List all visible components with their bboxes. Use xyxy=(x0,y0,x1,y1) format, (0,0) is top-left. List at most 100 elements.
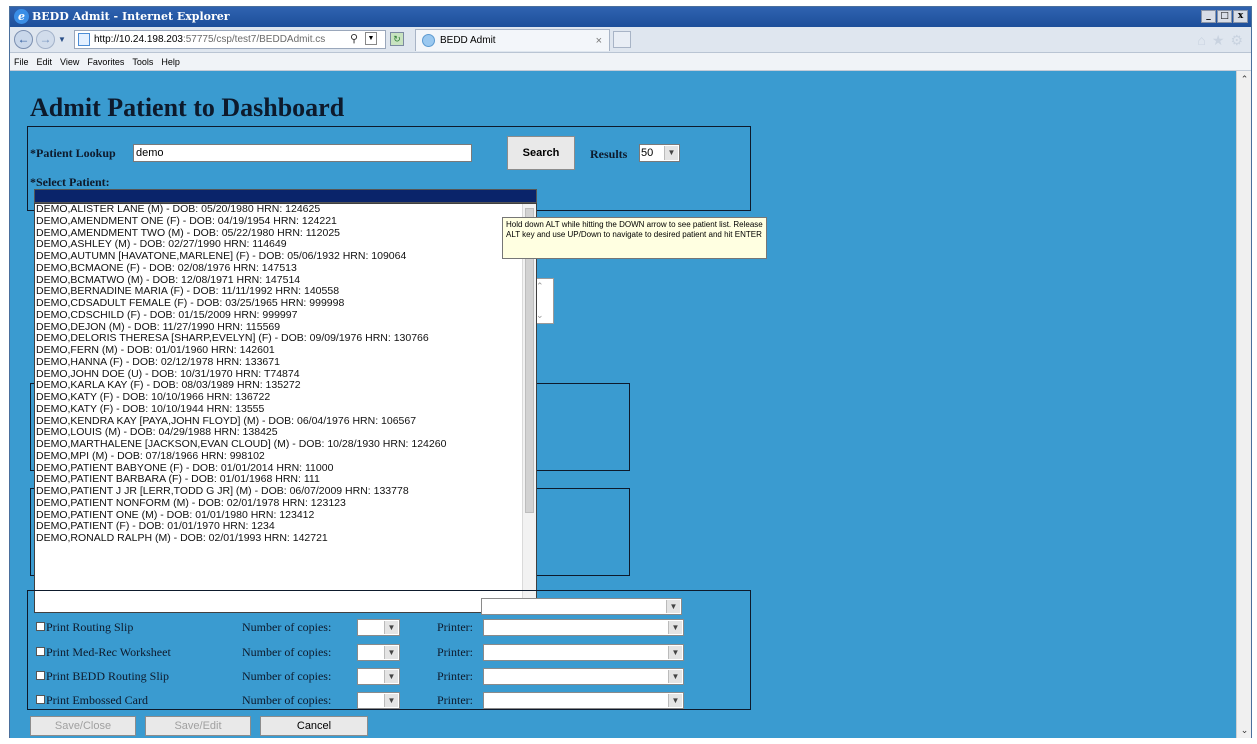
menu-edit[interactable]: Edit xyxy=(37,53,53,70)
chevron-down-icon: ▼ xyxy=(668,670,682,683)
browser-window: e BEDD Admit - Internet Explorer _ □ x ←… xyxy=(9,6,1252,738)
back-arrow-icon[interactable]: ← xyxy=(14,30,33,49)
scroll-up-icon: ⌃ xyxy=(536,281,544,291)
patient-rows: DEMO,ALISTER LANE (M) - DOB: 05/20/1980 … xyxy=(35,204,536,545)
chevron-down-icon: ▼ xyxy=(666,600,680,613)
browser-tab[interactable]: BEDD Admit × xyxy=(415,29,610,51)
copies-select[interactable]: ▼ xyxy=(357,692,400,709)
printer-label: Printer: xyxy=(437,645,473,659)
close-button[interactable]: x xyxy=(1233,10,1248,23)
print-checkbox[interactable] xyxy=(36,647,45,656)
dropdown-scrollbar[interactable]: ⌄ xyxy=(522,204,536,612)
patient-option[interactable]: DEMO,MARTHALENE [JACKSON,EVAN CLOUD] (M)… xyxy=(35,438,536,451)
copies-select[interactable]: ▼ xyxy=(357,668,400,685)
menu-bar: File Edit View Favorites Tools Help xyxy=(10,53,1251,71)
print-option-label: Print BEDD Routing Slip xyxy=(46,669,170,683)
patient-option[interactable]: DEMO,AMENDMENT ONE (F) - DOB: 04/19/1954… xyxy=(35,215,536,228)
print-option-row: Print BEDD Routing Slip Number of copies:… xyxy=(30,668,750,685)
tab-close-icon[interactable]: × xyxy=(596,30,602,52)
copies-select[interactable]: ▼ xyxy=(357,644,400,661)
favorites-star-icon[interactable]: ★ xyxy=(1212,32,1225,49)
scroll-up-icon[interactable]: ⌃ xyxy=(1237,71,1252,87)
scroll-down-icon[interactable]: ⌄ xyxy=(1237,722,1252,738)
results-label: Results xyxy=(590,147,628,161)
save-close-button[interactable]: Save/Close xyxy=(30,716,136,736)
menu-file[interactable]: File xyxy=(14,53,29,70)
patient-option[interactable]: DEMO,CDSCHILD (F) - DOB: 01/15/2009 HRN:… xyxy=(35,309,536,322)
forward-arrow-icon[interactable]: → xyxy=(36,30,55,49)
page-title: Admit Patient to Dashboard xyxy=(30,93,345,122)
chevron-down-icon: ▼ xyxy=(384,694,398,707)
patient-option[interactable]: DEMO,PATIENT J JR [LERR,TODD G JR] (M) -… xyxy=(35,485,536,498)
cancel-button[interactable]: Cancel xyxy=(260,716,368,736)
url-input[interactable]: http://10.24.198.203:57775/csp/test7/BED… xyxy=(74,30,386,49)
printer-select[interactable]: ▼ xyxy=(483,668,684,685)
printer-select[interactable]: ▼ xyxy=(483,692,684,709)
menu-view[interactable]: View xyxy=(60,53,79,70)
copies-label: Number of copies: xyxy=(242,693,332,707)
patient-option[interactable]: DEMO,ALISTER LANE (M) - DOB: 05/20/1980 … xyxy=(35,204,536,216)
patient-lookup-input[interactable]: demo xyxy=(133,144,472,162)
tab-title: BEDD Admit xyxy=(440,35,496,46)
url-dropdown-icon[interactable]: ▼ xyxy=(365,32,377,45)
tooltip: Hold down ALT while hitting the DOWN arr… xyxy=(502,217,767,259)
copies-select[interactable]: ▼ xyxy=(357,619,400,636)
patient-select[interactable] xyxy=(34,189,537,203)
menu-help[interactable]: Help xyxy=(161,53,180,70)
chevron-down-icon: ▼ xyxy=(384,646,398,659)
scroll-down-icon: ⌄ xyxy=(536,310,544,320)
results-value: 50 xyxy=(641,147,654,159)
patient-option[interactable]: DEMO,HANNA (F) - DOB: 02/12/1978 HRN: 13… xyxy=(35,356,536,369)
print-option-label: Print Routing Slip xyxy=(46,620,134,634)
print-checkbox[interactable] xyxy=(36,695,45,704)
printer-select-top[interactable]: ▼ xyxy=(481,598,682,615)
results-select[interactable]: 50 ▼ xyxy=(639,144,680,162)
tab-favicon xyxy=(422,34,435,47)
patient-option[interactable]: DEMO,BCMAONE (F) - DOB: 02/08/1976 HRN: … xyxy=(35,262,536,275)
print-checkbox[interactable] xyxy=(36,622,45,631)
patient-dropdown-list[interactable]: DEMO,ALISTER LANE (M) - DOB: 05/20/1980 … xyxy=(34,203,537,613)
new-tab-button[interactable] xyxy=(613,31,631,48)
chevron-down-icon: ▼ xyxy=(668,694,682,707)
print-option-row: Print Embossed Card Number of copies: ▼ Pri… xyxy=(30,692,750,709)
window-title: BEDD Admit - Internet Explorer xyxy=(32,10,230,23)
history-dropdown-icon[interactable]: ▼ xyxy=(58,35,66,44)
patient-option[interactable]: DEMO,KATY (F) - DOB: 10/10/1966 HRN: 136… xyxy=(35,391,536,404)
page-scrollbar[interactable]: ⌃ ⌄ xyxy=(1236,71,1251,738)
print-option-row: Print Routing Slip Number of copies: ▼ Prin… xyxy=(30,619,750,636)
patient-option[interactable]: DEMO,RONALD RALPH (M) - DOB: 02/01/1993 … xyxy=(35,532,536,545)
printer-label: Printer: xyxy=(437,693,473,707)
patient-option[interactable]: DEMO,AUTUMN [HAVATONE,MARLENE] (F) - DOB… xyxy=(35,250,536,263)
printer-select[interactable]: ▼ xyxy=(483,619,684,636)
minimize-button[interactable]: _ xyxy=(1201,10,1216,23)
search-icon[interactable]: ⚲ xyxy=(350,32,358,45)
chevron-down-icon: ▼ xyxy=(384,621,398,634)
page-icon xyxy=(78,33,90,46)
patient-option[interactable]: DEMO,CDSADULT FEMALE (F) - DOB: 03/25/19… xyxy=(35,297,536,310)
url-host: http://10.24.198.203 xyxy=(94,34,183,45)
patient-option[interactable]: DEMO,MPI (M) - DOB: 07/18/1966 HRN: 9981… xyxy=(35,450,536,463)
gear-icon[interactable]: ⚙ xyxy=(1230,32,1243,49)
patient-option[interactable]: DEMO,KATY (F) - DOB: 10/10/1944 HRN: 135… xyxy=(35,403,536,416)
printer-select[interactable]: ▼ xyxy=(483,644,684,661)
maximize-button[interactable]: □ xyxy=(1217,10,1232,23)
chevron-down-icon: ▼ xyxy=(384,670,398,683)
print-checkbox[interactable] xyxy=(36,671,45,680)
print-option-label: Print Med-Rec Worksheet xyxy=(46,645,171,659)
chevron-down-icon: ▼ xyxy=(668,646,682,659)
search-button[interactable]: Search xyxy=(507,136,575,170)
menu-favorites[interactable]: Favorites xyxy=(87,53,124,70)
page-content: Admit Patient to Dashboard *Patient Look… xyxy=(10,71,1236,738)
home-icon[interactable]: ⌂ xyxy=(1197,32,1205,49)
patient-option[interactable]: DEMO,FERN (M) - DOB: 01/01/1960 HRN: 142… xyxy=(35,344,536,357)
menu-tools[interactable]: Tools xyxy=(132,53,153,70)
refresh-icon[interactable]: ↻ xyxy=(390,32,404,46)
window-controls: _ □ x xyxy=(1201,10,1248,23)
patient-option[interactable]: DEMO,PATIENT NONFORM (M) - DOB: 02/01/19… xyxy=(35,497,536,510)
ie-logo-icon: e xyxy=(14,9,29,24)
copies-label: Number of copies: xyxy=(242,620,332,634)
save-edit-button[interactable]: Save/Edit xyxy=(145,716,251,736)
printer-label: Printer: xyxy=(437,669,473,683)
title-bar: e BEDD Admit - Internet Explorer _ □ x xyxy=(10,7,1251,27)
copies-label: Number of copies: xyxy=(242,645,332,659)
